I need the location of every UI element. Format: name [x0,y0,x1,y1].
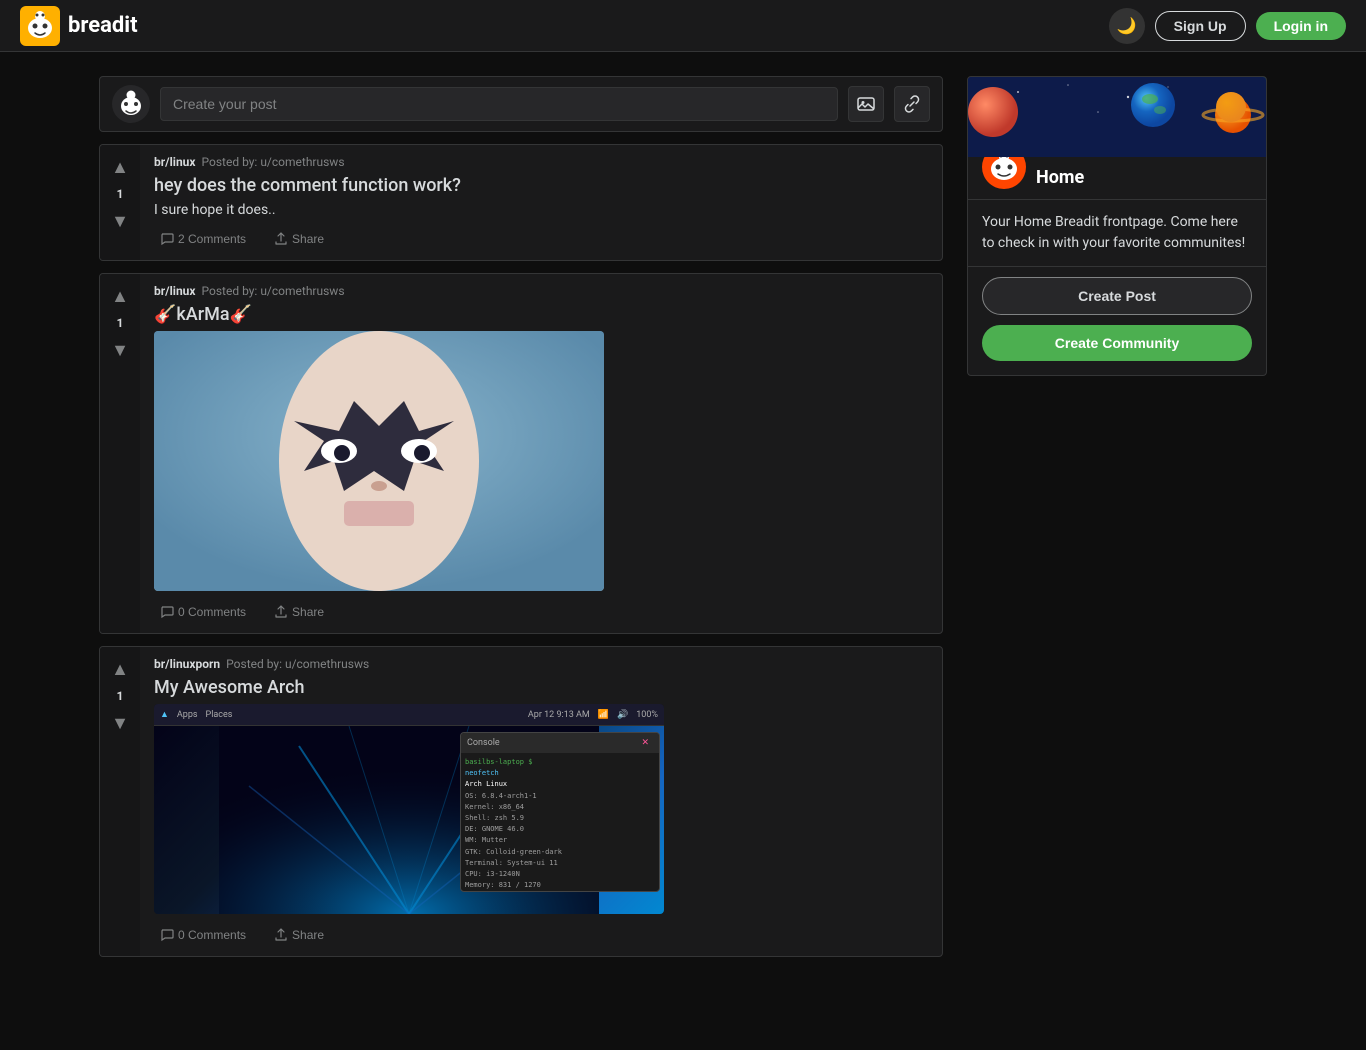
image-upload-button[interactable] [848,86,884,122]
upvote-button[interactable]: ▲ [106,655,134,683]
image-icon [856,94,876,114]
share-icon [274,928,288,942]
downvote-button[interactable]: ▼ [106,336,134,364]
vote-count: 1 [117,187,124,201]
post-meta: br/linuxporn Posted by: u/comethrusws [154,657,928,671]
post-body: I sure hope it does.. [154,202,928,218]
post-content: br/linux Posted by: u/comethrusws hey do… [140,145,942,260]
downvote-button[interactable]: ▼ [106,207,134,235]
create-post-bar [99,76,943,132]
post-author: Posted by: u/comethrusws [202,155,345,169]
post-card: ▲ 1 ▼ br/linuxporn Posted by: u/comethru… [99,646,943,957]
vote-count: 1 [117,689,124,703]
post-author: Posted by: u/comethrusws [226,657,369,671]
sidebar: Home Your Home Breadit frontpage. Come h… [967,76,1267,376]
post-author: Posted by: u/comethrusws [202,284,345,298]
post-community[interactable]: br/linuxporn [154,657,220,671]
sidebar-banner [968,77,1266,157]
feed: ▲ 1 ▼ br/linux Posted by: u/comethrusws … [99,76,943,957]
post-meta: br/linux Posted by: u/comethrusws [154,284,928,298]
comments-button[interactable]: 0 Comments [154,601,252,623]
main-layout: ▲ 1 ▼ br/linux Posted by: u/comethrusws … [83,76,1283,957]
vote-sidebar: ▲ 1 ▼ [100,274,140,633]
create-post-input[interactable] [160,87,838,121]
post-content: br/linuxporn Posted by: u/comethrusws My… [140,647,942,956]
downvote-button[interactable]: ▼ [106,709,134,737]
navbar: breadit 🌙 Sign Up Login in [0,0,1366,52]
theme-toggle-button[interactable]: 🌙 [1109,8,1145,44]
post-community[interactable]: br/linux [154,155,196,169]
create-post-button[interactable]: Create Post [982,277,1252,315]
post-title: 🎸kArMa🎸 [154,304,928,325]
post-title: My Awesome Arch [154,677,928,698]
share-button[interactable]: Share [268,228,330,250]
create-community-button[interactable]: Create Community [982,325,1252,361]
post-image: ▲ Apps Places Apr 12 9:13 AM 📶 🔊 100% [154,704,664,914]
upvote-button[interactable]: ▲ [106,282,134,310]
karma-image [154,331,604,591]
comments-button[interactable]: 0 Comments [154,924,252,946]
link-icon [902,94,922,114]
post-image [154,331,604,591]
post-content: br/linux Posted by: u/comethrusws 🎸kArMa… [140,274,942,633]
post-card: ▲ 1 ▼ br/linux Posted by: u/comethrusws … [99,144,943,261]
sidebar-banner-illustration [968,77,1266,157]
sidebar-description: Your Home Breadit frontpage. Come here t… [968,200,1266,267]
post-actions: 2 Comments Share [154,228,928,250]
upvote-button[interactable]: ▲ [106,153,134,181]
sidebar-home-card: Home Your Home Breadit frontpage. Come h… [967,76,1267,376]
post-title: hey does the comment function work? [154,175,928,196]
sidebar-title: Home [1036,167,1084,188]
login-button[interactable]: Login in [1256,12,1346,40]
share-button[interactable]: Share [268,601,330,623]
vote-sidebar: ▲ 1 ▼ [100,145,140,260]
navbar-actions: 🌙 Sign Up Login in [1109,8,1346,44]
share-icon [274,605,288,619]
comment-icon [160,605,174,619]
link-button[interactable] [894,86,930,122]
comments-button[interactable]: 2 Comments [154,228,252,250]
breadit-logo-icon [20,6,60,46]
post-actions: 0 Comments Share [154,601,928,623]
logo-text: breadit [68,13,138,38]
share-button[interactable]: Share [268,924,330,946]
post-community[interactable]: br/linux [154,284,196,298]
share-icon [274,232,288,246]
navbar-logo-area: breadit [20,6,138,46]
vote-count: 1 [117,316,124,330]
comment-icon [160,928,174,942]
post-actions: 0 Comments Share [154,924,928,946]
signup-button[interactable]: Sign Up [1155,11,1246,41]
create-post-avatar-icon [112,85,150,123]
sidebar-header: Home [968,157,1266,200]
vote-sidebar: ▲ 1 ▼ [100,647,140,956]
post-meta: br/linux Posted by: u/comethrusws [154,155,928,169]
comment-icon [160,232,174,246]
post-card: ▲ 1 ▼ br/linux Posted by: u/comethrusws … [99,273,943,634]
